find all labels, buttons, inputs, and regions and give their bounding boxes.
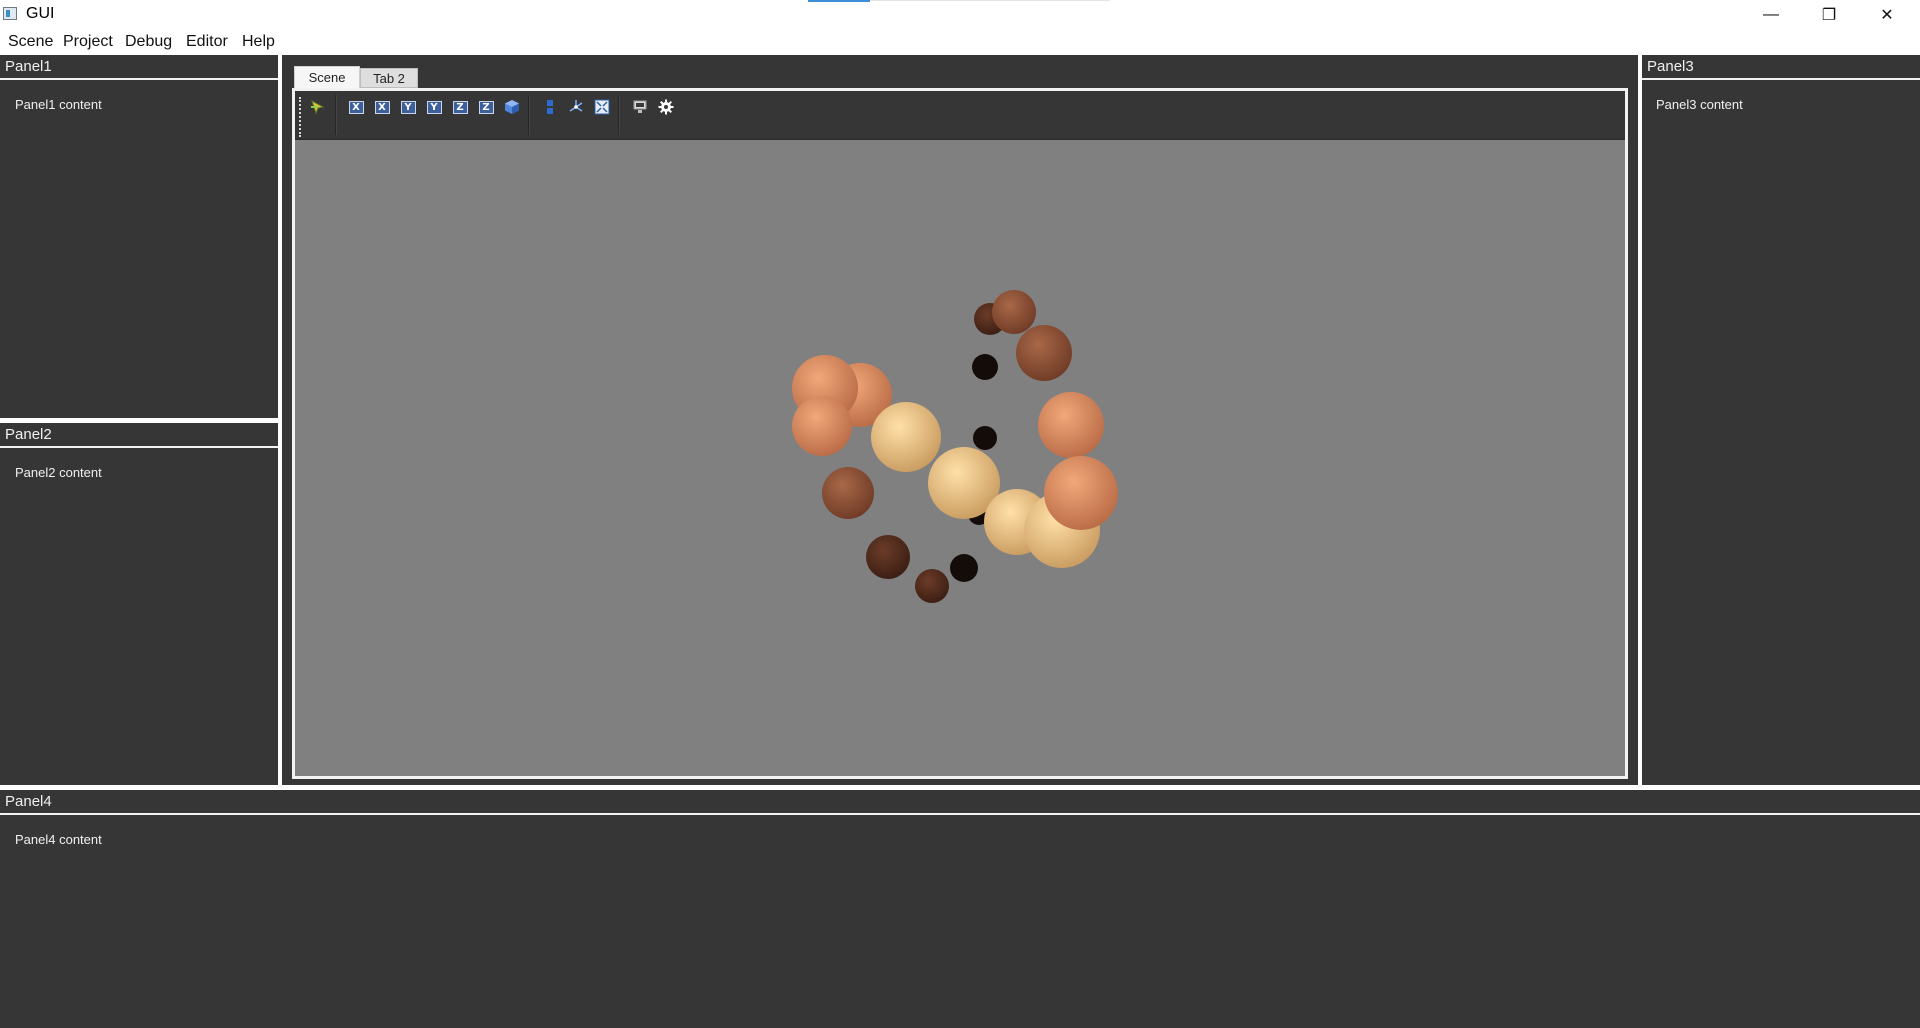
view-x-neg-icon: X: [374, 100, 390, 114]
view-x-pos-button[interactable]: X: [345, 96, 367, 118]
panel4: Panel4 Panel4 content: [0, 790, 1920, 1028]
menu-help[interactable]: Help: [242, 33, 275, 51]
panel4-header[interactable]: Panel4: [0, 790, 1920, 815]
sphere: [1016, 325, 1072, 381]
toolbar-separator: [335, 95, 337, 135]
close-button[interactable]: ✕: [1858, 0, 1916, 29]
scene-toolbar: X X Y Y Z Z: [295, 91, 1625, 140]
sphere: [973, 426, 997, 450]
title-accent-line: [870, 0, 1110, 1]
view-y-neg-button[interactable]: Y: [423, 96, 445, 118]
menu-debug[interactable]: Debug: [125, 33, 172, 51]
view-z-neg-icon: Z: [478, 100, 494, 114]
window-title: GUI: [26, 5, 55, 22]
toolbar-separator: [618, 95, 620, 135]
transform-gizmo-button[interactable]: [565, 96, 587, 118]
toolbar-separator: [528, 95, 530, 135]
panel1-content: Panel1 content: [15, 97, 102, 112]
layers-icon: [547, 100, 553, 114]
minimize-button[interactable]: —: [1742, 0, 1800, 29]
transform-gizmo-icon: [569, 100, 583, 112]
menu-bar: Scene Project Debug Editor Help: [0, 29, 1920, 55]
view-x-neg-button[interactable]: X: [371, 96, 393, 118]
panel1-header[interactable]: Panel1: [0, 55, 278, 80]
panel4-title: Panel4: [5, 793, 52, 810]
view-y-pos-icon: Y: [400, 100, 416, 114]
perspective-button[interactable]: [501, 96, 523, 118]
close-icon: ✕: [1880, 6, 1894, 24]
select-tool-button[interactable]: [307, 96, 329, 118]
sphere: [992, 290, 1036, 334]
panel2-title: Panel2: [5, 426, 52, 443]
settings-gear-icon: [658, 99, 674, 115]
sphere: [871, 402, 941, 472]
sphere-cluster: [792, 290, 1118, 603]
fit-view-button[interactable]: [591, 96, 613, 118]
layers-button[interactable]: [539, 96, 561, 118]
panel3-title: Panel3: [1647, 58, 1694, 75]
view-z-pos-icon: Z: [452, 100, 468, 114]
app-icon: [3, 7, 17, 20]
restore-button[interactable]: ❐: [1800, 0, 1858, 29]
render-monitor-button[interactable]: [629, 96, 651, 118]
scene-view: X X Y Y Z Z: [292, 88, 1628, 779]
sphere: [915, 569, 949, 603]
panel2: Panel2 Panel2 content: [0, 423, 278, 785]
view-y-pos-button[interactable]: Y: [397, 96, 419, 118]
sphere: [822, 467, 874, 519]
panel2-header[interactable]: Panel2: [0, 423, 278, 448]
title-accent-bar: [808, 0, 870, 2]
3d-viewport[interactable]: [295, 140, 1625, 776]
menu-scene[interactable]: Scene: [8, 33, 53, 51]
view-x-pos-icon: X: [348, 100, 364, 114]
minimize-icon: —: [1763, 5, 1779, 23]
sphere: [792, 396, 852, 456]
tab-scene[interactable]: Scene: [294, 66, 360, 88]
tab-2[interactable]: Tab 2: [360, 68, 418, 88]
select-tool-icon: [311, 99, 325, 115]
panel4-content: Panel4 content: [15, 832, 102, 847]
panel3-content: Panel3 content: [1656, 97, 1743, 112]
fit-view-icon: [594, 99, 610, 115]
view-z-pos-button[interactable]: Z: [449, 96, 471, 118]
sphere: [972, 354, 998, 380]
sphere: [1044, 456, 1118, 530]
view-z-neg-button[interactable]: Z: [475, 96, 497, 118]
perspective-cube-icon: [505, 100, 519, 114]
panel3: Panel3 Panel3 content: [1642, 55, 1920, 785]
restore-icon: ❐: [1821, 6, 1837, 24]
center-tab-area: Scene Tab 2 X X Y Y Z Z: [282, 55, 1638, 785]
panel3-header[interactable]: Panel3: [1642, 55, 1920, 80]
settings-button[interactable]: [655, 96, 677, 118]
menu-project[interactable]: Project: [63, 33, 113, 51]
sphere: [1038, 392, 1104, 458]
sphere: [866, 535, 910, 579]
title-bar: GUI — ❐ ✕: [0, 0, 1920, 29]
panel2-content: Panel2 content: [15, 465, 102, 480]
menu-editor[interactable]: Editor: [186, 33, 228, 51]
sphere: [950, 554, 978, 582]
render-monitor-icon: [633, 100, 647, 113]
panel1-title: Panel1: [5, 58, 52, 75]
panel1: Panel1 Panel1 content: [0, 55, 278, 418]
toolbar-grip[interactable]: [299, 97, 303, 137]
view-y-neg-icon: Y: [426, 100, 442, 114]
